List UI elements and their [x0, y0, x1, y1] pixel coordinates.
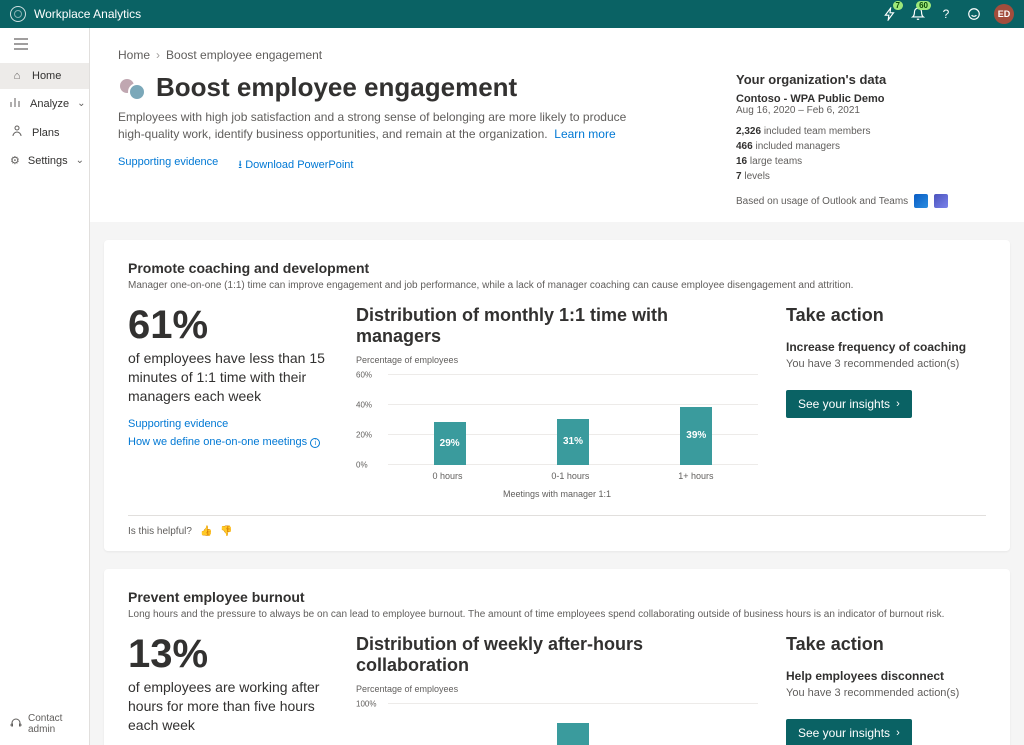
top-bar: Workplace Analytics 7 60 ? ED	[0, 0, 1024, 28]
breadcrumb-current: Boost employee engagement	[166, 48, 322, 62]
contact-admin-label: Contact admin	[28, 713, 79, 735]
card-heading: Prevent employee burnout	[128, 589, 986, 605]
action-title: Help employees disconnect	[786, 669, 986, 683]
user-avatar[interactable]: ED	[994, 4, 1014, 24]
persona-icon	[118, 77, 146, 99]
chart-burnout: 0%50%100%8%79%13%0-1 hours1-5 hours5+ ho…	[356, 700, 758, 745]
org-stat: 16 large teams	[736, 154, 996, 169]
chevron-right-icon: ›	[896, 727, 900, 739]
chevron-right-icon: ›	[896, 398, 900, 410]
chart-ylabel: Percentage of employees	[356, 684, 758, 694]
chart-ylabel: Percentage of employees	[356, 355, 758, 365]
org-heading: Your organization's data	[736, 72, 996, 87]
home-icon: ⌂	[10, 70, 24, 82]
analyze-icon	[10, 96, 22, 111]
sidebar-item-plans[interactable]: Plans	[0, 118, 89, 147]
card-desc: Manager one-on-one (1:1) time can improv…	[128, 280, 986, 291]
lightning-icon[interactable]: 7	[876, 0, 904, 28]
supporting-evidence-link[interactable]: Supporting evidence	[118, 156, 218, 175]
sidebar-item-home[interactable]: ⌂ Home	[0, 63, 89, 89]
card-burnout: Prevent employee burnout Long hours and …	[104, 569, 1010, 745]
thumb-down-icon[interactable]: 👎	[220, 526, 232, 537]
helpful-label: Is this helpful?	[128, 526, 192, 537]
see-insights-button[interactable]: See your insights›	[786, 390, 912, 418]
download-icon: ⭳	[238, 159, 242, 171]
action-heading: Take action	[786, 634, 986, 655]
see-insights-button[interactable]: See your insights›	[786, 719, 912, 745]
chart-title: Distribution of monthly 1:1 time with ma…	[356, 305, 758, 347]
sidebar: ⌂ Home Analyze ⌄ Plans ⚙ Settings ⌄ Cont…	[0, 28, 90, 745]
page-title: Boost employee engagement	[156, 72, 517, 103]
bell-icon[interactable]: 60	[904, 0, 932, 28]
supporting-evidence-link[interactable]: Supporting evidence	[128, 418, 328, 430]
org-stat: 466 included managers	[736, 139, 996, 154]
stat-sub: of employees are working after hours for…	[128, 678, 328, 735]
breadcrumb-home[interactable]: Home	[118, 48, 150, 62]
thumb-up-icon[interactable]: 👍	[200, 526, 212, 537]
download-powerpoint-link[interactable]: ⭳ Download PowerPoint	[238, 156, 353, 175]
sidebar-item-label: Plans	[32, 127, 60, 139]
define-link[interactable]: How we define one-on-one meetings i	[128, 436, 328, 448]
contact-admin-link[interactable]: Contact admin	[0, 703, 89, 745]
info-icon: i	[310, 438, 320, 448]
bell-badge: 60	[916, 1, 931, 10]
menu-toggle[interactable]	[0, 28, 89, 63]
brand: Workplace Analytics	[10, 6, 141, 22]
main-content: Home › Boost employee engagement Boost e…	[90, 28, 1024, 745]
chart-title: Distribution of weekly after-hours colla…	[356, 634, 758, 676]
stat-big: 13%	[128, 634, 328, 674]
org-stat: 2,326 included team members	[736, 124, 996, 139]
org-date: Aug 16, 2020 – Feb 6, 2021	[736, 105, 996, 116]
plans-icon	[10, 125, 24, 140]
card-desc: Long hours and the pressure to always be…	[128, 609, 986, 620]
sidebar-item-label: Settings	[28, 155, 68, 167]
stat-big: 61%	[128, 305, 328, 345]
sidebar-item-label: Home	[32, 70, 61, 82]
card-coaching: Promote coaching and development Manager…	[104, 240, 1010, 551]
teams-icon	[934, 194, 948, 208]
sidebar-item-analyze[interactable]: Analyze ⌄	[0, 89, 89, 118]
card-heading: Promote coaching and development	[128, 260, 986, 276]
headset-icon	[10, 717, 22, 732]
feedback-icon[interactable]	[960, 0, 988, 28]
breadcrumb: Home › Boost employee engagement	[118, 48, 996, 62]
chevron-down-icon: ⌄	[76, 155, 84, 166]
action-sub: You have 3 recommended action(s)	[786, 358, 986, 370]
chevron-down-icon: ⌄	[77, 98, 85, 109]
org-data-panel: Your organization's data Contoso - WPA P…	[736, 72, 996, 208]
app-name: Workplace Analytics	[34, 7, 141, 21]
org-stat: 7 levels	[736, 169, 996, 184]
chart-xlabel: Meetings with manager 1:1	[356, 489, 758, 499]
learn-more-link[interactable]: Learn more	[554, 127, 615, 141]
sidebar-item-settings[interactable]: ⚙ Settings ⌄	[0, 147, 89, 174]
gear-icon: ⚙	[10, 154, 20, 167]
page-subtitle: Employees with high job satisfaction and…	[118, 109, 638, 144]
based-on-label: Based on usage of Outlook and Teams	[736, 196, 908, 207]
org-name: Contoso - WPA Public Demo	[736, 93, 996, 105]
chart-coaching: 0%20%40%60%29%31%39%0 hours0-1 hours1+ h…	[356, 371, 758, 489]
sidebar-item-label: Analyze	[30, 98, 69, 110]
stat-sub: of employees have less than 15 minutes o…	[128, 349, 328, 406]
product-logo-icon	[10, 6, 26, 22]
action-title: Increase frequency of coaching	[786, 340, 986, 354]
chevron-right-icon: ›	[156, 48, 160, 62]
notif-badge: 7	[893, 1, 903, 10]
action-sub: You have 3 recommended action(s)	[786, 687, 986, 699]
outlook-icon	[914, 194, 928, 208]
action-heading: Take action	[786, 305, 986, 326]
help-icon[interactable]: ?	[932, 0, 960, 28]
